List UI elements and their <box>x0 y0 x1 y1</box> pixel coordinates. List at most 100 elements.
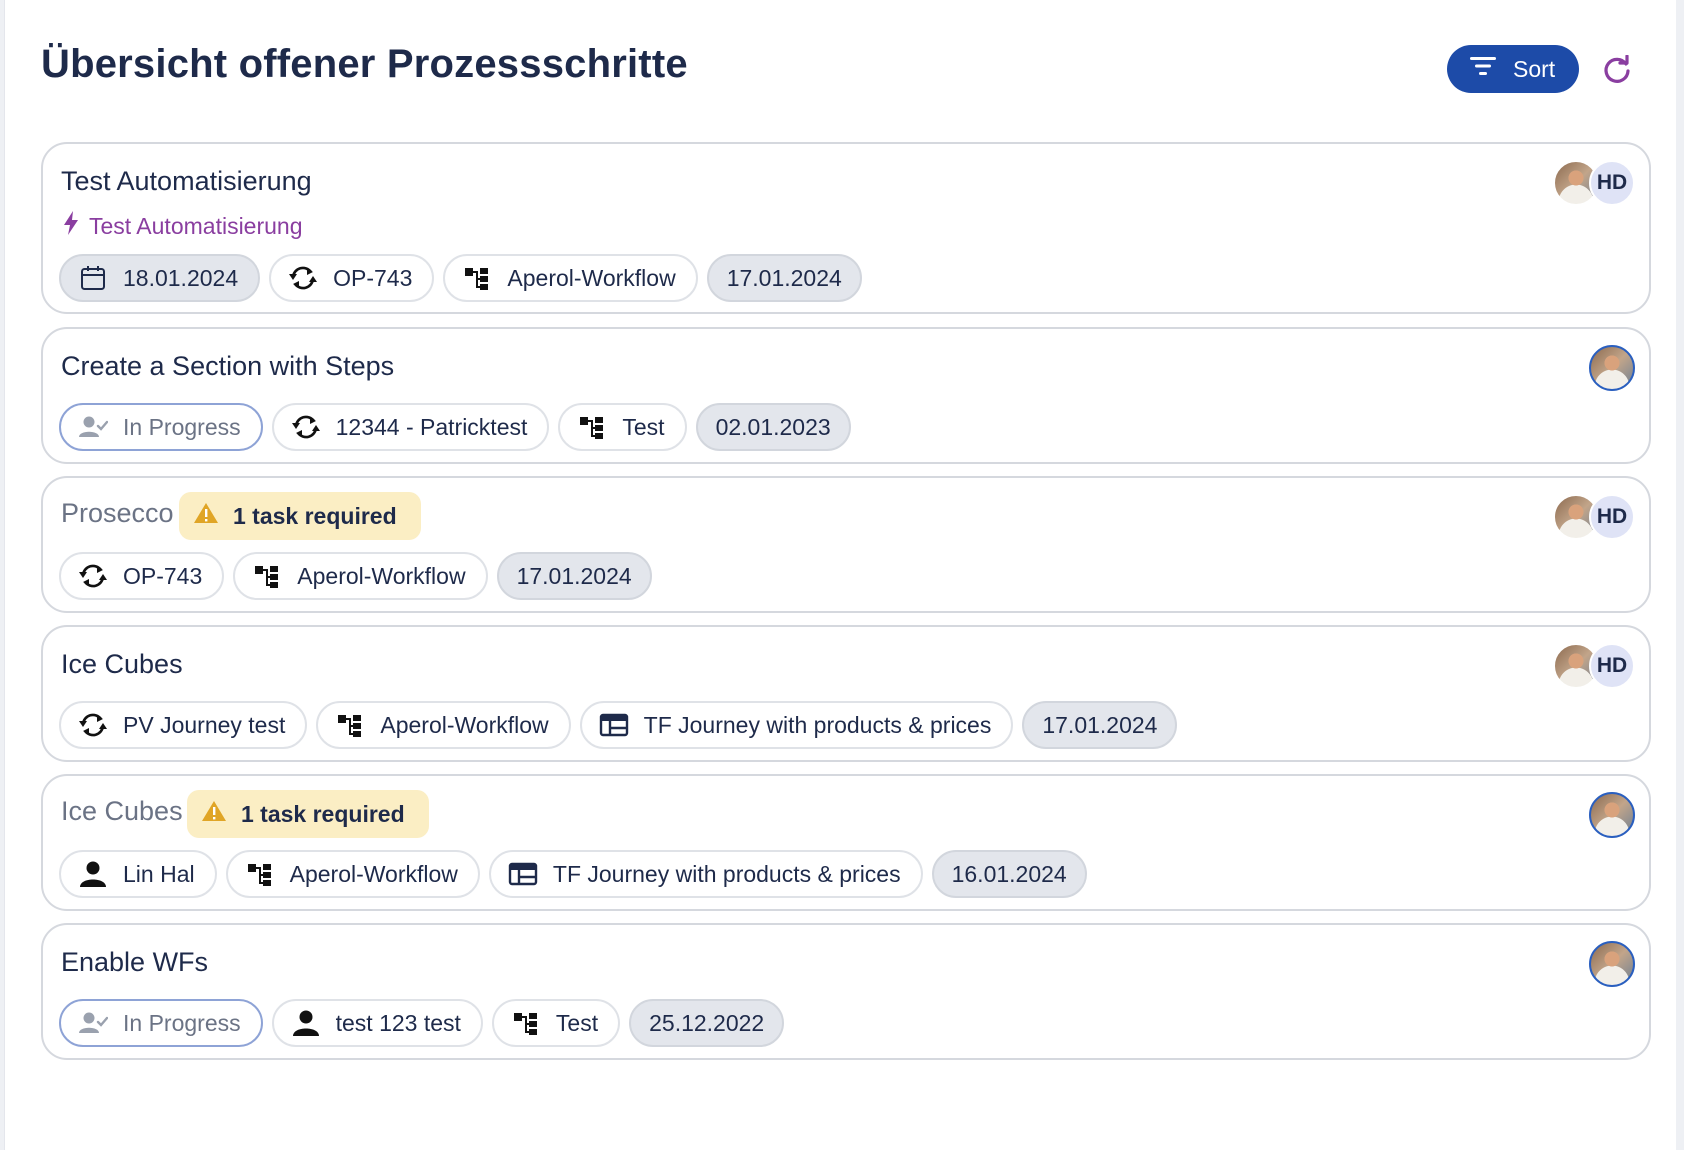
date-chip[interactable]: 17.01.2024 <box>706 254 862 302</box>
assignee-avatars: HD <box>1553 494 1635 540</box>
card-subtitle: Test Automatisierung <box>89 212 303 239</box>
card-trigger: Test Automatisierung <box>61 210 303 242</box>
status-chip[interactable]: In Progress <box>59 999 263 1047</box>
calendar-icon <box>77 262 109 294</box>
workflow-icon <box>576 411 608 443</box>
chip-label: Aperol-Workflow <box>289 860 458 887</box>
process-step-card[interactable]: Ice Cubes PV Journey test Aperol-Workflow T… <box>41 625 1651 762</box>
user-check-icon <box>77 411 109 443</box>
assignee-chip[interactable]: test 123 test <box>271 999 483 1047</box>
status-chip[interactable]: In Progress <box>59 403 263 451</box>
due-date-chip[interactable]: 18.01.2024 <box>59 254 261 302</box>
date-chip[interactable]: 02.01.2023 <box>695 403 851 451</box>
process-chip[interactable]: 12344 - Patricktest <box>271 403 550 451</box>
workflow-icon <box>244 858 276 890</box>
chip-label: 02.01.2023 <box>715 413 831 440</box>
chip-label: 17.01.2024 <box>516 562 632 589</box>
chip-row: OP-743 Aperol-Workflow 17.01.2024 <box>59 552 652 600</box>
chip-label: 25.12.2022 <box>649 1009 765 1036</box>
workflow-icon <box>461 262 493 294</box>
journey-chip[interactable]: TF Journey with products & prices <box>579 701 1014 749</box>
card-title: Ice Cubes <box>61 796 183 826</box>
card-title: Test Automatisierung <box>61 166 312 196</box>
workflow-icon <box>334 709 366 741</box>
chip-label: Aperol-Workflow <box>507 264 676 291</box>
chip-label: test 123 test <box>335 1009 461 1036</box>
chip-row: 18.01.2024 OP-743 Aperol-Workflow 17.01.202… <box>59 254 862 302</box>
task-required-label: 1 task required <box>241 800 405 827</box>
assignee-chip[interactable]: Lin Hal <box>59 850 217 898</box>
chip-label: In Progress <box>123 1009 241 1036</box>
sort-button[interactable]: Sort <box>1447 45 1579 93</box>
card-title: Prosecco <box>61 498 174 528</box>
chip-row: Lin Hal Aperol-Workflow TF Journey with pr… <box>59 850 1087 898</box>
workflow-chip[interactable]: Aperol-Workflow <box>225 850 480 898</box>
avatar[interactable] <box>1589 792 1635 838</box>
sync-icon <box>290 411 322 443</box>
journey-icon <box>507 858 539 890</box>
avatar[interactable] <box>1589 345 1635 391</box>
process-step-card[interactable]: Prosecco 1 task required OP-743 Aperol-Work… <box>41 476 1651 613</box>
chip-row: In Progress test 123 test Test 25.12.2022 <box>59 999 785 1047</box>
workflow-chip[interactable]: Aperol-Workflow <box>316 701 571 749</box>
process-step-card[interactable]: Enable WFs In Progress test 123 test Test 25… <box>41 923 1651 1060</box>
avatar[interactable] <box>1589 941 1635 987</box>
warning-icon <box>193 501 219 531</box>
chip-label: 17.01.2024 <box>1042 711 1158 738</box>
user-check-icon <box>77 1007 109 1039</box>
avatar-initials[interactable]: HD <box>1589 160 1635 206</box>
process-chip[interactable]: OP-743 <box>59 552 225 600</box>
person-icon <box>77 858 109 890</box>
chip-label: 18.01.2024 <box>123 264 239 291</box>
chip-row: In Progress 12344 - Patricktest Test 02.01.… <box>59 403 851 451</box>
process-step-card[interactable]: Create a Section with Steps In Progress 12… <box>41 327 1651 464</box>
workflow-chip[interactable]: Test <box>491 999 621 1047</box>
chip-label: OP-743 <box>333 264 413 291</box>
process-chip[interactable]: PV Journey test <box>59 701 308 749</box>
chip-label: In Progress <box>123 413 241 440</box>
chip-label: Test <box>555 1009 599 1036</box>
page-header: Übersicht offener Prozessschritte Sort <box>41 36 1656 106</box>
workflow-chip[interactable]: Aperol-Workflow <box>233 552 488 600</box>
process-step-card[interactable]: Ice Cubes 1 task required Lin Hal Aperol-Wo… <box>41 774 1651 911</box>
workflow-chip[interactable]: Test <box>558 403 687 451</box>
date-chip[interactable]: 16.01.2024 <box>931 850 1087 898</box>
main-panel: Übersicht offener Prozessschritte Sort T… <box>4 0 1676 1150</box>
date-chip[interactable]: 17.01.2024 <box>496 552 652 600</box>
card-title: Ice Cubes <box>61 649 183 679</box>
workflow-icon <box>510 1007 542 1039</box>
workflow-chip[interactable]: Aperol-Workflow <box>443 254 698 302</box>
date-chip[interactable]: 25.12.2022 <box>629 999 785 1047</box>
chip-label: TF Journey with products & prices <box>552 860 901 887</box>
workflow-icon <box>251 560 283 592</box>
chip-label: 12344 - Patricktest <box>335 413 528 440</box>
sync-icon <box>287 262 319 294</box>
assignee-avatars <box>1589 345 1635 391</box>
chip-label: 17.01.2024 <box>726 264 842 291</box>
chip-label: Aperol-Workflow <box>297 562 466 589</box>
filter-lines-icon <box>1469 55 1497 83</box>
chip-label: OP-743 <box>123 562 203 589</box>
assignee-avatars: HD <box>1553 643 1635 689</box>
process-step-card[interactable]: Test Automatisierung Test Automatisierung… <box>41 142 1651 314</box>
journey-chip[interactable]: TF Journey with products & prices <box>488 850 923 898</box>
chip-label: TF Journey with products & prices <box>643 711 992 738</box>
chip-label: Aperol-Workflow <box>380 711 549 738</box>
task-required-badge: 1 task required <box>187 790 429 838</box>
journey-icon <box>598 709 630 741</box>
chip-row: PV Journey test Aperol-Workflow TF Journey… <box>59 701 1178 749</box>
chip-label: Lin Hal <box>123 860 195 887</box>
avatar-initials[interactable]: HD <box>1589 643 1635 689</box>
sync-icon <box>77 560 109 592</box>
chip-label: PV Journey test <box>123 711 286 738</box>
chip-label: 16.01.2024 <box>951 860 1067 887</box>
process-chip[interactable]: OP-743 <box>269 254 435 302</box>
date-chip[interactable]: 17.01.2024 <box>1022 701 1178 749</box>
person-icon <box>290 1007 322 1039</box>
card-title: Enable WFs <box>61 947 209 977</box>
chip-label: Test <box>622 413 665 440</box>
avatar-initials[interactable]: HD <box>1589 494 1635 540</box>
assignee-avatars <box>1589 941 1635 987</box>
refresh-icon[interactable] <box>1599 52 1635 88</box>
lightning-icon <box>61 210 81 242</box>
